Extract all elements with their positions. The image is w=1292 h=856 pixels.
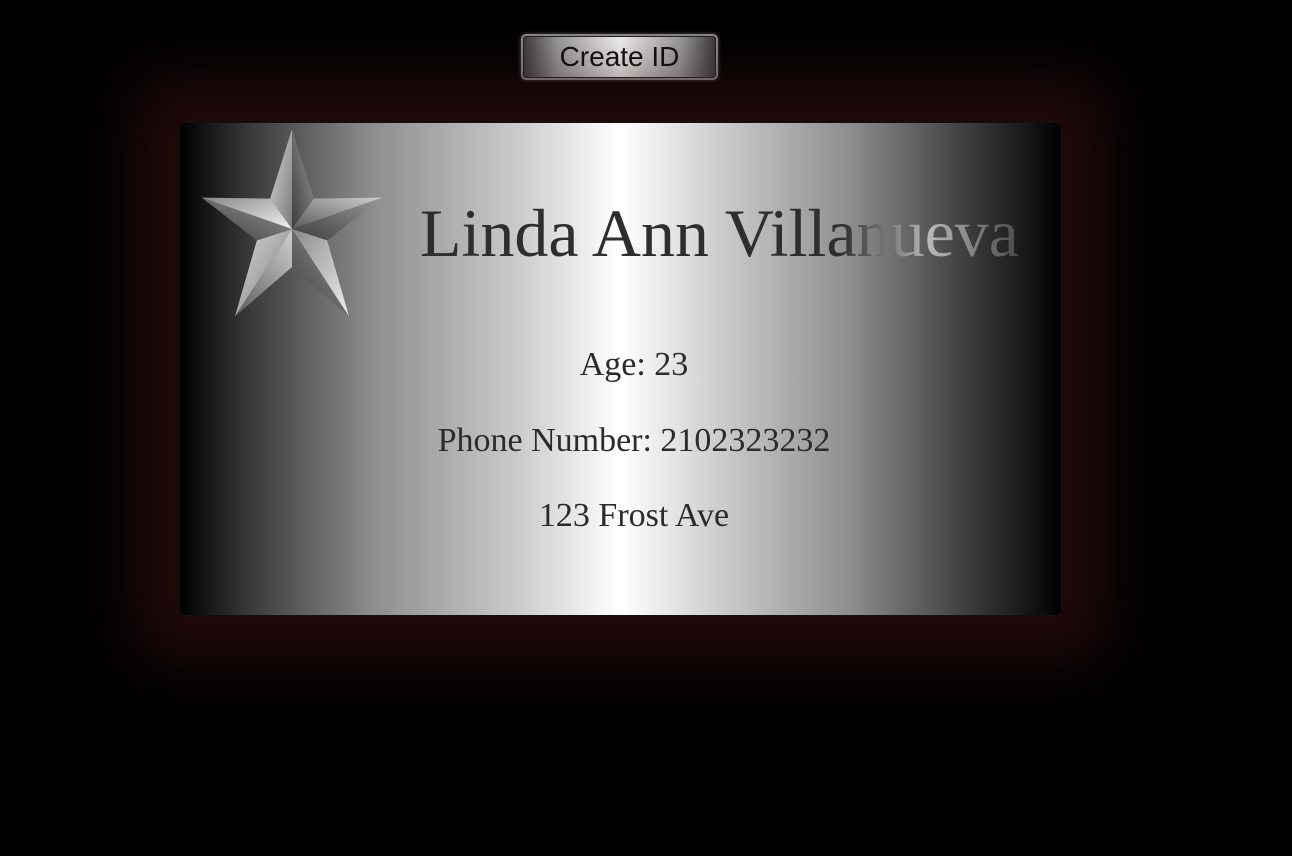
create-id-button[interactable]: Create ID bbox=[521, 34, 718, 80]
page: Create ID Linda Ann Villanueva Age: 23 P… bbox=[0, 0, 1292, 856]
card-age: Age: 23 bbox=[579, 346, 689, 383]
id-card: Linda Ann Villanueva Age: 23 Phone Numbe… bbox=[179, 122, 1062, 616]
card-phone: Phone Number: 2102323232 bbox=[437, 422, 831, 459]
star-icon bbox=[201, 129, 383, 317]
card-name: Linda Ann Villanueva bbox=[420, 195, 1019, 271]
card-address: 123 Frost Ave bbox=[538, 497, 730, 534]
